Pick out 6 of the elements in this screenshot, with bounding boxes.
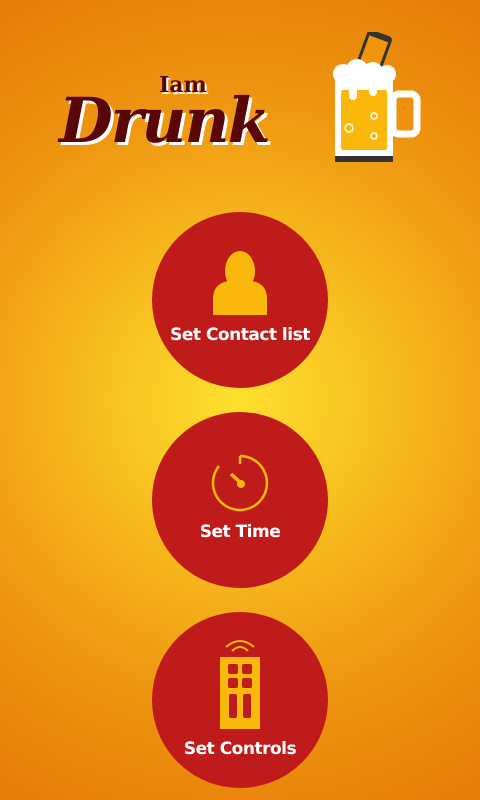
contact-list-button[interactable]: Set Contact list [152,212,328,388]
remote-control-icon [218,637,262,730]
logo-small-text: Iam [159,74,207,96]
controls-button[interactable]: Set Controls [152,612,328,788]
timer-icon [211,454,269,512]
time-button[interactable]: Set Time [152,412,328,588]
